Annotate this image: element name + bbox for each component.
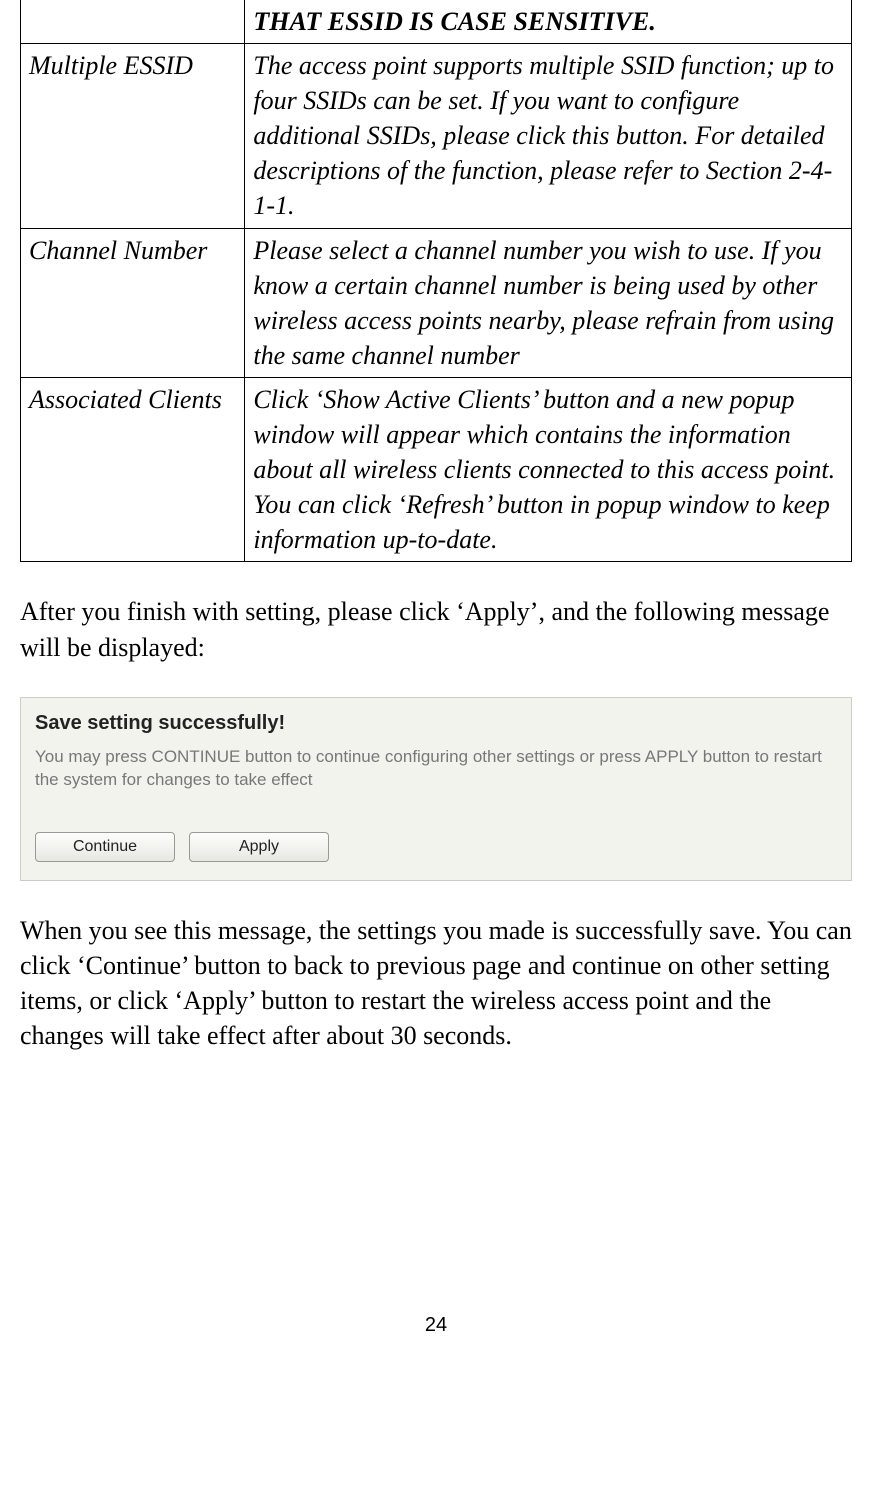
table-row: Associated Clients Click ‘Show Active Cl…	[21, 377, 852, 561]
desc-cell: Click ‘Show Active Clients’ button and a…	[245, 377, 852, 561]
term-cell: Channel Number	[21, 228, 245, 377]
term-cell	[21, 0, 245, 44]
definitions-table: THAT ESSID IS CASE SENSITIVE. Multiple E…	[20, 0, 852, 562]
paragraph-after-dialog: When you see this message, the settings …	[20, 913, 852, 1053]
desc-cell: THAT ESSID IS CASE SENSITIVE.	[245, 0, 852, 44]
table-row: Multiple ESSID The access point supports…	[21, 44, 852, 228]
paragraph-before-dialog: After you finish with setting, please cl…	[20, 594, 852, 664]
term-cell: Multiple ESSID	[21, 44, 245, 228]
dialog-title: Save setting successfully!	[35, 712, 837, 735]
table-row: Channel Number Please select a channel n…	[21, 228, 852, 377]
dialog-button-row: Continue Apply	[35, 832, 837, 862]
term-cell: Associated Clients	[21, 377, 245, 561]
desc-cell: Please select a channel number you wish …	[245, 228, 852, 377]
dialog-message: You may press CONTINUE button to continu…	[35, 745, 837, 793]
save-success-dialog: Save setting successfully! You may press…	[20, 697, 852, 882]
table-row: THAT ESSID IS CASE SENSITIVE.	[21, 0, 852, 44]
continue-button[interactable]: Continue	[35, 832, 175, 862]
page-number: 24	[20, 1314, 852, 1337]
desc-cell: The access point supports multiple SSID …	[245, 44, 852, 228]
apply-button[interactable]: Apply	[189, 832, 329, 862]
